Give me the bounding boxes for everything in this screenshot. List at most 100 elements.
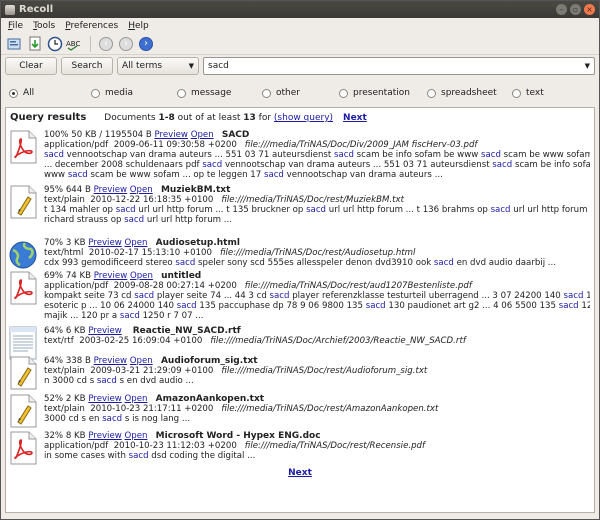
result-meta: text/rtf 2003-02-25 16:09:04 +0100 file:/… xyxy=(44,336,590,346)
result-abstract-line: cdx 993 gemodificeerd stereo sacd speler… xyxy=(44,258,557,268)
result-mime: text/plain xyxy=(44,404,85,414)
preview-link[interactable]: Preview xyxy=(88,238,121,248)
category-text[interactable]: text xyxy=(512,88,544,98)
category-presentation[interactable]: presentation xyxy=(339,88,410,98)
result-mime: application/pdf xyxy=(44,441,109,451)
result-date: 2009-03-21 21:29:09 +0100 xyxy=(90,366,214,376)
result-abstract-line: majik ... 120 pr a sacd 1250 r 7 07 ... xyxy=(44,311,204,321)
clear-button[interactable]: Clear xyxy=(5,57,57,75)
toolbar-separator xyxy=(90,35,91,52)
result-date: 2009-08-28 00:27:14 +0200 xyxy=(113,281,237,291)
radio-icon xyxy=(177,88,186,98)
result-body: 52% 2 KB Preview Open AmazonAankopen.txt… xyxy=(44,394,590,424)
text-icon[interactable] xyxy=(8,394,38,428)
radio-icon xyxy=(512,88,521,98)
chevron-down-icon[interactable]: ▼ xyxy=(585,62,590,70)
menu-help[interactable]: Help xyxy=(123,21,154,31)
result-title: Audiosetup.html xyxy=(155,238,240,248)
menu-preferences[interactable]: Preferences xyxy=(60,21,123,31)
result-header: 100% 50 KB / 1195504 B Preview Open SACD xyxy=(44,130,590,140)
category-media[interactable]: media xyxy=(91,88,133,98)
preview-link[interactable]: Preview xyxy=(94,271,127,281)
radio-icon xyxy=(339,88,348,98)
clock-icon[interactable] xyxy=(46,35,64,53)
result-header: 32% 8 KB Preview Open Microsoft Word - H… xyxy=(44,431,590,441)
open-link[interactable]: Open xyxy=(125,431,148,441)
category-all[interactable]: All xyxy=(9,88,34,98)
result-abstract-line: kompakt seite 73 cd sacd player seite 74… xyxy=(44,291,590,301)
open-link[interactable]: Open xyxy=(191,130,214,140)
recoll-window: Recoll – ▫ × File Tools Preferences Help… xyxy=(0,0,600,520)
open-link[interactable]: Open xyxy=(130,271,153,281)
search-input[interactable]: sacd ▼ xyxy=(203,57,595,75)
result-title: untitled xyxy=(161,271,202,281)
result-path: file:///media/TriNAS/Doc/rest/aud1207Bes… xyxy=(244,281,472,291)
open-link[interactable]: Open xyxy=(125,394,148,404)
preview-link[interactable]: Preview xyxy=(94,356,127,366)
preview-link[interactable]: Preview xyxy=(155,130,188,140)
result-abstract-line: in some cases with sacd dsd coding the d… xyxy=(44,451,256,461)
result-abstract-line: ... december 2008 schuldenaars pdf sacd … xyxy=(44,160,590,170)
result-body: 64% 6 KB Preview Reactie_NW_SACD.rtf text… xyxy=(44,326,590,346)
minimize-icon[interactable]: – xyxy=(556,4,567,15)
results-pane[interactable]: Query results Documents 1-8 out of at le… xyxy=(5,107,595,513)
preview-link[interactable]: Preview xyxy=(88,394,121,404)
open-link[interactable]: Open xyxy=(130,356,153,366)
result-abstract-line: 3000 cd s en sacd s is nog lang ... xyxy=(44,414,191,424)
result-mime: text/plain xyxy=(44,195,85,205)
search-row: Clear Search All terms ▼ sacd ▼ xyxy=(5,56,595,76)
document-icon[interactable] xyxy=(8,326,38,360)
result-title: Reactie_NW_SACD.rtf xyxy=(132,326,241,336)
index-update-icon[interactable] xyxy=(26,35,44,53)
menu-file[interactable]: File xyxy=(3,21,28,31)
result-abstract-line: www sacd scam be www sofam ... op te leg… xyxy=(44,170,443,180)
search-button[interactable]: Search xyxy=(61,57,113,75)
result-title: MuziekBM.txt xyxy=(160,185,231,195)
result-header: 52% 2 KB Preview Open AmazonAankopen.txt xyxy=(44,394,590,404)
menu-tools[interactable]: Tools xyxy=(28,21,60,31)
next-link-bottom[interactable]: Next xyxy=(288,468,312,478)
result-score: 95% 644 B xyxy=(44,185,91,195)
result-score: 32% 8 KB xyxy=(44,431,86,441)
preview-link[interactable]: Preview xyxy=(88,431,121,441)
window-controls: – ▫ × xyxy=(556,4,595,15)
result-abstract-line: sacd vennootschap van drama auteurs ... … xyxy=(44,150,590,160)
result-mime: text/plain xyxy=(44,366,85,376)
open-link[interactable]: Open xyxy=(125,238,148,248)
search-mode-select[interactable]: All terms ▼ xyxy=(117,57,199,75)
text-icon[interactable] xyxy=(8,185,38,219)
maximize-icon[interactable]: ▫ xyxy=(570,4,581,15)
pdf-icon[interactable] xyxy=(8,431,38,465)
show-query-link[interactable]: (show query) xyxy=(274,113,333,123)
pdf-icon[interactable] xyxy=(8,271,38,305)
pdf-icon[interactable] xyxy=(8,130,38,164)
result-date: 2009-06-11 09:30:58 +0200 xyxy=(113,140,237,150)
spell-abc-icon[interactable]: ABC xyxy=(66,35,84,53)
next-page-icon[interactable]: › xyxy=(137,35,155,53)
result-title: AmazonAankopen.txt xyxy=(155,394,265,404)
result-body: 64% 338 B Preview Open Audioforum_sig.tx… xyxy=(44,356,590,386)
forward-arrow-icon[interactable]: › xyxy=(117,35,135,53)
close-icon[interactable]: × xyxy=(584,4,595,15)
result-path: file:///media/TriNAS/Doc/rest/Audioforum… xyxy=(221,366,428,376)
result-body: 95% 644 B Preview Open MuziekBM.txt text/… xyxy=(44,185,590,225)
result-meta: text/html 2010-02-17 15:13:10 +0100 file:… xyxy=(44,248,590,258)
category-spreadsheet[interactable]: spreadsheet xyxy=(427,88,497,98)
next-link-top[interactable]: Next xyxy=(343,113,367,123)
category-message[interactable]: message xyxy=(177,88,231,98)
category-other[interactable]: other xyxy=(262,88,300,98)
result-header: 69% 74 KB Preview Open untitled xyxy=(44,271,590,281)
result-date: 2010-02-17 15:13:10 +0100 xyxy=(88,248,212,258)
results-count: Documents 1-8 out of at least 13 for (sh… xyxy=(104,113,334,123)
preview-link[interactable]: Preview xyxy=(88,326,121,336)
query-tool-icon[interactable] xyxy=(6,35,24,53)
category-filter: All media message other presentation spr… xyxy=(9,88,595,100)
text-icon[interactable] xyxy=(8,356,38,390)
preview-link[interactable]: Preview xyxy=(94,185,127,195)
open-link[interactable]: Open xyxy=(130,185,153,195)
toolbar: ABC ‹ › › xyxy=(1,33,599,55)
html-icon[interactable] xyxy=(8,238,38,272)
radio-icon xyxy=(427,88,436,98)
results-title: Query results xyxy=(10,112,87,123)
back-arrow-icon[interactable]: ‹ xyxy=(97,35,115,53)
